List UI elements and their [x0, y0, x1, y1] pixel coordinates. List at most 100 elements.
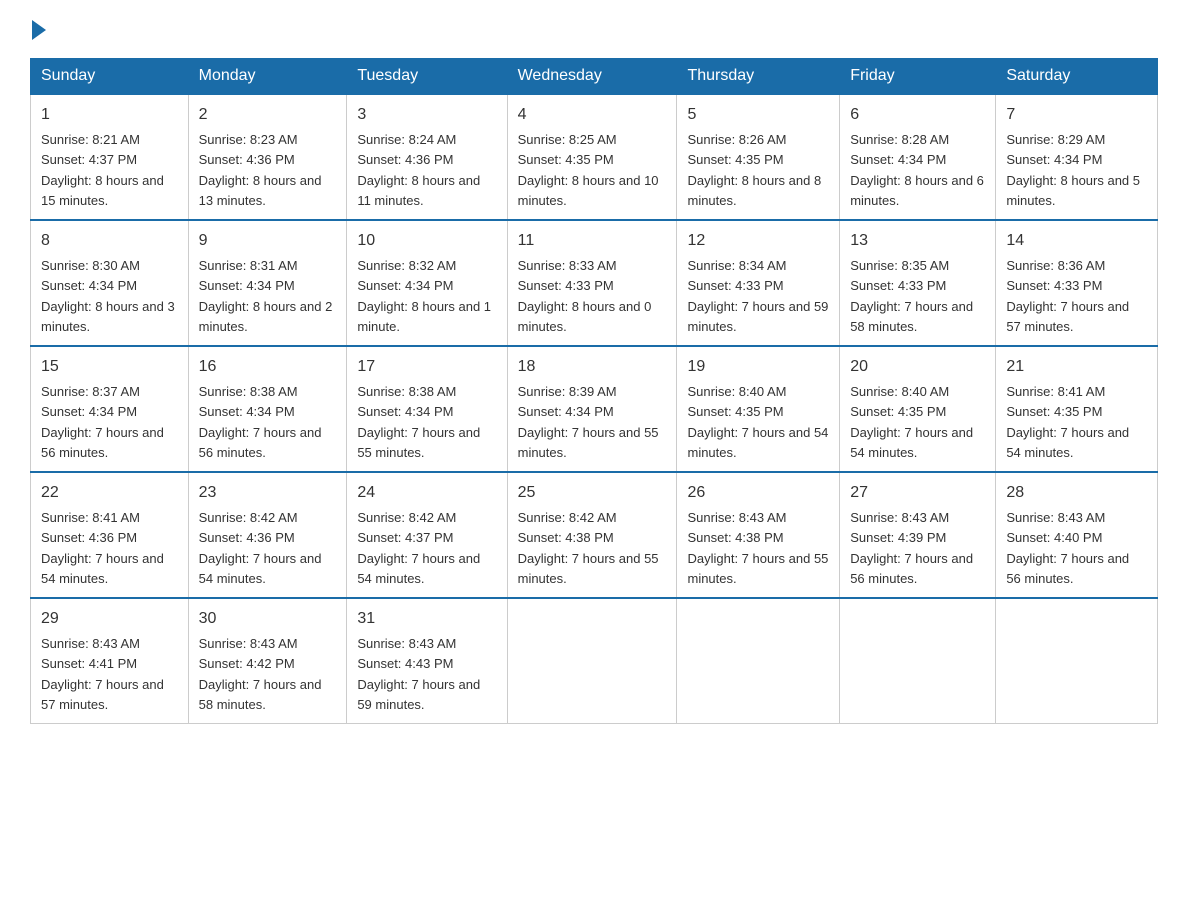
day-number: 26: [687, 481, 829, 505]
day-number: 28: [1006, 481, 1147, 505]
calendar-cell: 19 Sunrise: 8:40 AMSunset: 4:35 PMDaylig…: [677, 346, 840, 472]
day-info: Sunrise: 8:23 AMSunset: 4:36 PMDaylight:…: [199, 132, 322, 208]
calendar-cell: 12 Sunrise: 8:34 AMSunset: 4:33 PMDaylig…: [677, 220, 840, 346]
col-header-tuesday: Tuesday: [347, 59, 507, 95]
calendar-cell: 7 Sunrise: 8:29 AMSunset: 4:34 PMDayligh…: [996, 94, 1158, 220]
col-header-sunday: Sunday: [31, 59, 189, 95]
day-number: 7: [1006, 103, 1147, 127]
day-info: Sunrise: 8:39 AMSunset: 4:34 PMDaylight:…: [518, 384, 659, 460]
day-number: 4: [518, 103, 667, 127]
calendar-cell: 1 Sunrise: 8:21 AMSunset: 4:37 PMDayligh…: [31, 94, 189, 220]
day-number: 18: [518, 355, 667, 379]
day-info: Sunrise: 8:32 AMSunset: 4:34 PMDaylight:…: [357, 258, 491, 334]
day-info: Sunrise: 8:30 AMSunset: 4:34 PMDaylight:…: [41, 258, 175, 334]
day-number: 31: [357, 607, 496, 631]
day-info: Sunrise: 8:41 AMSunset: 4:36 PMDaylight:…: [41, 510, 164, 586]
day-info: Sunrise: 8:38 AMSunset: 4:34 PMDaylight:…: [357, 384, 480, 460]
day-number: 6: [850, 103, 985, 127]
day-info: Sunrise: 8:42 AMSunset: 4:37 PMDaylight:…: [357, 510, 480, 586]
calendar-table: SundayMondayTuesdayWednesdayThursdayFrid…: [30, 58, 1158, 724]
day-number: 11: [518, 229, 667, 253]
day-number: 1: [41, 103, 178, 127]
day-info: Sunrise: 8:42 AMSunset: 4:38 PMDaylight:…: [518, 510, 659, 586]
calendar-cell: 21 Sunrise: 8:41 AMSunset: 4:35 PMDaylig…: [996, 346, 1158, 472]
calendar-cell: 5 Sunrise: 8:26 AMSunset: 4:35 PMDayligh…: [677, 94, 840, 220]
calendar-cell: [840, 598, 996, 724]
day-number: 12: [687, 229, 829, 253]
day-number: 24: [357, 481, 496, 505]
day-info: Sunrise: 8:43 AMSunset: 4:40 PMDaylight:…: [1006, 510, 1129, 586]
day-number: 5: [687, 103, 829, 127]
col-header-wednesday: Wednesday: [507, 59, 677, 95]
calendar-cell: 30 Sunrise: 8:43 AMSunset: 4:42 PMDaylig…: [188, 598, 347, 724]
day-number: 14: [1006, 229, 1147, 253]
day-info: Sunrise: 8:41 AMSunset: 4:35 PMDaylight:…: [1006, 384, 1129, 460]
calendar-header-row: SundayMondayTuesdayWednesdayThursdayFrid…: [31, 59, 1158, 95]
day-number: 8: [41, 229, 178, 253]
calendar-week-row: 15 Sunrise: 8:37 AMSunset: 4:34 PMDaylig…: [31, 346, 1158, 472]
day-info: Sunrise: 8:37 AMSunset: 4:34 PMDaylight:…: [41, 384, 164, 460]
calendar-cell: 25 Sunrise: 8:42 AMSunset: 4:38 PMDaylig…: [507, 472, 677, 598]
day-number: 22: [41, 481, 178, 505]
day-number: 25: [518, 481, 667, 505]
col-header-monday: Monday: [188, 59, 347, 95]
calendar-cell: 4 Sunrise: 8:25 AMSunset: 4:35 PMDayligh…: [507, 94, 677, 220]
calendar-cell: [507, 598, 677, 724]
calendar-cell: 16 Sunrise: 8:38 AMSunset: 4:34 PMDaylig…: [188, 346, 347, 472]
day-info: Sunrise: 8:43 AMSunset: 4:39 PMDaylight:…: [850, 510, 973, 586]
day-info: Sunrise: 8:33 AMSunset: 4:33 PMDaylight:…: [518, 258, 652, 334]
calendar-cell: 26 Sunrise: 8:43 AMSunset: 4:38 PMDaylig…: [677, 472, 840, 598]
day-info: Sunrise: 8:28 AMSunset: 4:34 PMDaylight:…: [850, 132, 984, 208]
day-info: Sunrise: 8:38 AMSunset: 4:34 PMDaylight:…: [199, 384, 322, 460]
day-info: Sunrise: 8:43 AMSunset: 4:41 PMDaylight:…: [41, 636, 164, 712]
day-number: 23: [199, 481, 337, 505]
day-info: Sunrise: 8:31 AMSunset: 4:34 PMDaylight:…: [199, 258, 333, 334]
col-header-saturday: Saturday: [996, 59, 1158, 95]
page-header: [30, 20, 1158, 40]
day-info: Sunrise: 8:40 AMSunset: 4:35 PMDaylight:…: [850, 384, 973, 460]
day-number: 20: [850, 355, 985, 379]
calendar-cell: 24 Sunrise: 8:42 AMSunset: 4:37 PMDaylig…: [347, 472, 507, 598]
calendar-week-row: 29 Sunrise: 8:43 AMSunset: 4:41 PMDaylig…: [31, 598, 1158, 724]
calendar-cell: 17 Sunrise: 8:38 AMSunset: 4:34 PMDaylig…: [347, 346, 507, 472]
day-number: 21: [1006, 355, 1147, 379]
day-info: Sunrise: 8:34 AMSunset: 4:33 PMDaylight:…: [687, 258, 828, 334]
calendar-cell: 28 Sunrise: 8:43 AMSunset: 4:40 PMDaylig…: [996, 472, 1158, 598]
calendar-cell: 2 Sunrise: 8:23 AMSunset: 4:36 PMDayligh…: [188, 94, 347, 220]
col-header-thursday: Thursday: [677, 59, 840, 95]
calendar-cell: 31 Sunrise: 8:43 AMSunset: 4:43 PMDaylig…: [347, 598, 507, 724]
calendar-cell: 8 Sunrise: 8:30 AMSunset: 4:34 PMDayligh…: [31, 220, 189, 346]
calendar-week-row: 1 Sunrise: 8:21 AMSunset: 4:37 PMDayligh…: [31, 94, 1158, 220]
day-number: 17: [357, 355, 496, 379]
calendar-cell: 20 Sunrise: 8:40 AMSunset: 4:35 PMDaylig…: [840, 346, 996, 472]
day-info: Sunrise: 8:29 AMSunset: 4:34 PMDaylight:…: [1006, 132, 1140, 208]
calendar-cell: 15 Sunrise: 8:37 AMSunset: 4:34 PMDaylig…: [31, 346, 189, 472]
day-number: 3: [357, 103, 496, 127]
day-number: 10: [357, 229, 496, 253]
day-number: 2: [199, 103, 337, 127]
calendar-cell: 27 Sunrise: 8:43 AMSunset: 4:39 PMDaylig…: [840, 472, 996, 598]
day-info: Sunrise: 8:26 AMSunset: 4:35 PMDaylight:…: [687, 132, 821, 208]
day-number: 13: [850, 229, 985, 253]
day-info: Sunrise: 8:40 AMSunset: 4:35 PMDaylight:…: [687, 384, 828, 460]
logo: [30, 20, 48, 40]
day-info: Sunrise: 8:36 AMSunset: 4:33 PMDaylight:…: [1006, 258, 1129, 334]
calendar-cell: 9 Sunrise: 8:31 AMSunset: 4:34 PMDayligh…: [188, 220, 347, 346]
col-header-friday: Friday: [840, 59, 996, 95]
day-number: 9: [199, 229, 337, 253]
day-info: Sunrise: 8:43 AMSunset: 4:38 PMDaylight:…: [687, 510, 828, 586]
calendar-week-row: 22 Sunrise: 8:41 AMSunset: 4:36 PMDaylig…: [31, 472, 1158, 598]
day-number: 27: [850, 481, 985, 505]
calendar-cell: 10 Sunrise: 8:32 AMSunset: 4:34 PMDaylig…: [347, 220, 507, 346]
day-info: Sunrise: 8:21 AMSunset: 4:37 PMDaylight:…: [41, 132, 164, 208]
day-info: Sunrise: 8:43 AMSunset: 4:42 PMDaylight:…: [199, 636, 322, 712]
calendar-cell: 14 Sunrise: 8:36 AMSunset: 4:33 PMDaylig…: [996, 220, 1158, 346]
day-info: Sunrise: 8:24 AMSunset: 4:36 PMDaylight:…: [357, 132, 480, 208]
calendar-cell: 6 Sunrise: 8:28 AMSunset: 4:34 PMDayligh…: [840, 94, 996, 220]
calendar-cell: 29 Sunrise: 8:43 AMSunset: 4:41 PMDaylig…: [31, 598, 189, 724]
calendar-cell: 23 Sunrise: 8:42 AMSunset: 4:36 PMDaylig…: [188, 472, 347, 598]
calendar-cell: 11 Sunrise: 8:33 AMSunset: 4:33 PMDaylig…: [507, 220, 677, 346]
day-number: 29: [41, 607, 178, 631]
calendar-cell: 18 Sunrise: 8:39 AMSunset: 4:34 PMDaylig…: [507, 346, 677, 472]
day-number: 15: [41, 355, 178, 379]
